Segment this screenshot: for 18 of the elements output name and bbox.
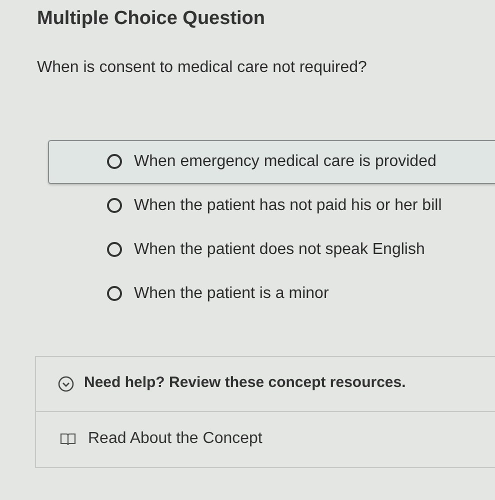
answer-option[interactable]: When the patient does not speak English bbox=[48, 228, 495, 272]
book-icon bbox=[60, 432, 76, 446]
question-text: When is consent to medical care not required? bbox=[37, 58, 367, 78]
question-title: Multiple Choice Question bbox=[37, 7, 266, 31]
option-label: When the patient is a minor bbox=[134, 284, 329, 304]
answer-option[interactable]: When emergency medical care is provided bbox=[48, 140, 495, 184]
option-label: When the patient does not speak English bbox=[134, 240, 425, 260]
radio-button[interactable] bbox=[107, 242, 122, 257]
option-label: When the patient has not paid his or her bill bbox=[134, 196, 442, 216]
concept-link[interactable]: Read About the Concept bbox=[36, 412, 262, 466]
radio-button[interactable] bbox=[107, 286, 122, 301]
radio-button[interactable] bbox=[107, 198, 122, 213]
answer-option[interactable]: When the patient is a minor bbox=[48, 272, 495, 316]
chevron-icon bbox=[58, 376, 74, 392]
answer-option[interactable]: When the patient has not paid his or her bill bbox=[48, 184, 495, 228]
help-toggle[interactable]: Need help? Review these concept resources. bbox=[36, 356, 495, 412]
option-label: When emergency medical care is provided bbox=[134, 152, 436, 172]
radio-button[interactable] bbox=[107, 154, 122, 169]
